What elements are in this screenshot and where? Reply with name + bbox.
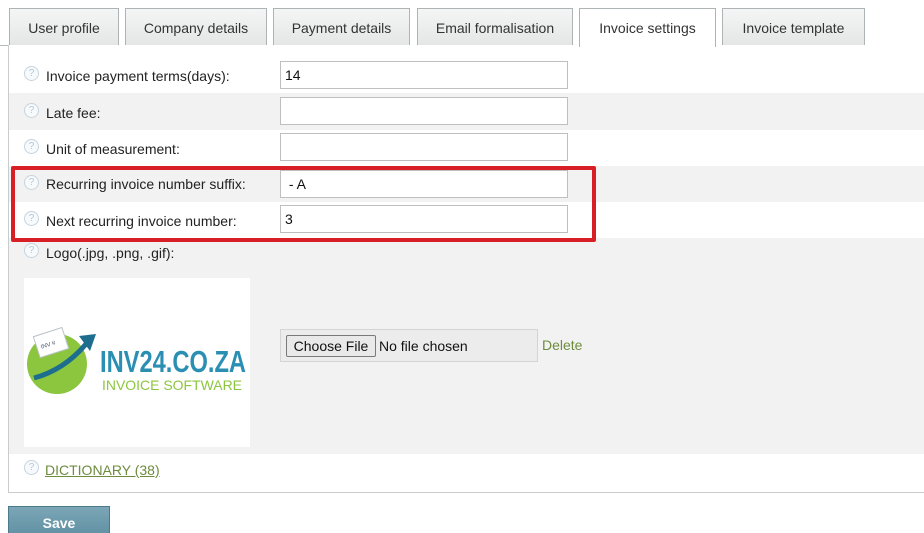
form-row-next-number: ? Next recurring invoice number: xyxy=(9,202,924,238)
logo-brand-text: INV24.CO.ZA xyxy=(100,344,246,379)
help-icon[interactable]: ? xyxy=(24,66,39,81)
payment-terms-label: Invoice payment terms(days): xyxy=(46,68,230,84)
suffix-input[interactable] xyxy=(280,170,568,198)
unit-label: Unit of measurement: xyxy=(46,141,180,157)
logo-label: Logo(.jpg, .png, .gif): xyxy=(46,245,175,261)
help-icon[interactable]: ? xyxy=(24,103,39,118)
file-input[interactable]: Choose File No file chosen xyxy=(280,329,538,362)
form-row-late-fee: ? Late fee: xyxy=(9,93,924,130)
payment-terms-input[interactable] xyxy=(280,61,568,89)
suffix-label: Recurring invoice number suffix: xyxy=(46,176,246,192)
dictionary-link[interactable]: DICTIONARY (38) xyxy=(45,462,160,478)
file-status-text: No file chosen xyxy=(379,338,468,354)
tab-email-formalisation[interactable]: Email formalisation xyxy=(417,8,573,46)
form-row-unit: ? Unit of measurement: xyxy=(9,130,924,166)
logo-image: INV # INV24.CO.ZA INVOICE SOFTWARE xyxy=(27,326,246,394)
choose-file-button[interactable]: Choose File xyxy=(286,335,376,357)
tab-company-details[interactable]: Company details xyxy=(125,8,267,46)
tab-invoice-settings[interactable]: Invoice settings xyxy=(579,8,716,47)
late-fee-label: Late fee: xyxy=(46,105,101,121)
help-icon[interactable]: ? xyxy=(24,175,39,190)
late-fee-input[interactable] xyxy=(280,97,568,125)
save-button[interactable]: Save xyxy=(8,506,110,533)
next-number-label: Next recurring invoice number: xyxy=(46,213,237,229)
tab-user-profile[interactable]: User profile xyxy=(9,8,119,46)
logo-tagline-text: INVOICE SOFTWARE xyxy=(102,377,242,393)
form-row-suffix: ? Recurring invoice number suffix: xyxy=(9,166,924,202)
next-number-input[interactable] xyxy=(280,205,568,233)
help-icon[interactable]: ? xyxy=(24,460,39,475)
tab-bar: User profile Company details Payment det… xyxy=(0,0,924,47)
form-row-payment-terms: ? Invoice payment terms(days): xyxy=(9,56,924,93)
logo-preview: INV # INV24.CO.ZA INVOICE SOFTWARE xyxy=(24,278,250,447)
help-icon[interactable]: ? xyxy=(24,243,39,258)
help-icon[interactable]: ? xyxy=(24,211,39,226)
help-icon[interactable]: ? xyxy=(24,139,39,154)
unit-input[interactable] xyxy=(280,133,568,161)
tab-payment-details[interactable]: Payment details xyxy=(273,8,410,46)
delete-logo-link[interactable]: Delete xyxy=(542,337,582,353)
tab-invoice-template[interactable]: Invoice template xyxy=(722,8,865,46)
